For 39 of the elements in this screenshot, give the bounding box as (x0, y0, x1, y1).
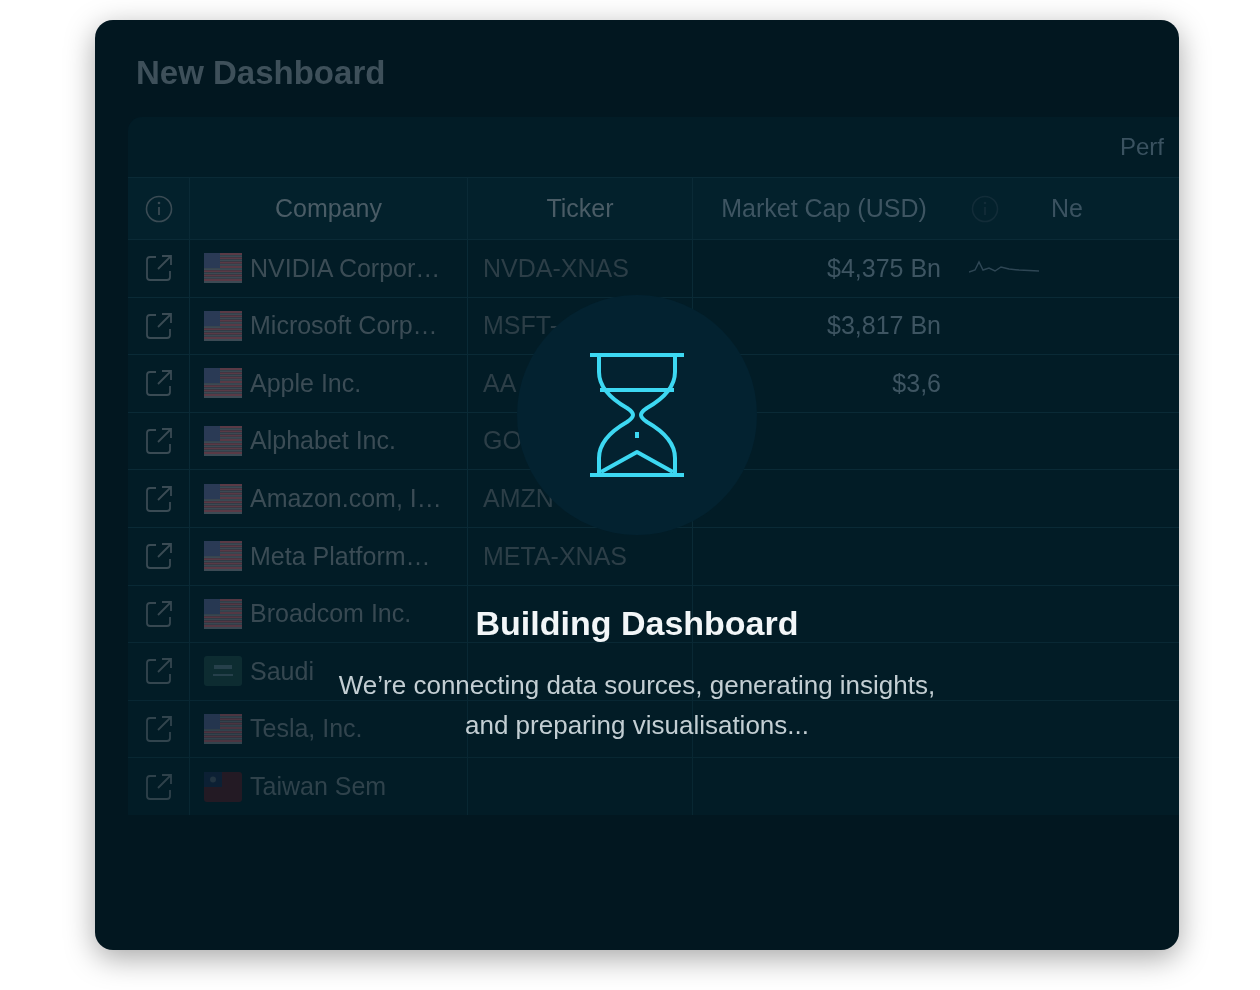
company-name: Microsoft Corp… (250, 310, 438, 342)
company-name: NVIDIA Corpor… (250, 252, 441, 284)
flag-icon (204, 541, 242, 572)
flag-icon (204, 598, 242, 629)
loading-message-line: and preparing visualisations... (465, 709, 809, 742)
external-link-icon[interactable] (143, 771, 174, 802)
external-link-icon[interactable] (143, 253, 174, 284)
loading-title: Building Dashboard (475, 603, 799, 644)
column-header: Ticker (546, 192, 614, 224)
external-link-icon[interactable] (143, 368, 174, 399)
flag-icon (204, 714, 242, 745)
external-link-icon[interactable] (143, 483, 174, 514)
external-link-icon[interactable] (143, 656, 174, 687)
external-link-icon[interactable] (143, 310, 174, 341)
column-header: Market Cap (USD) (721, 192, 927, 224)
flag-icon (204, 483, 242, 514)
column-header: Company (275, 192, 382, 224)
company-name: Amazon.com, I… (250, 482, 442, 514)
flag-icon (204, 368, 242, 399)
market-cap-text: $3,6 (892, 367, 941, 399)
loading-message-line: We’re connecting data sources, generating insights, (338, 669, 936, 702)
market-cap-text: $4,375 Bn (827, 252, 941, 284)
flag-icon (204, 426, 242, 457)
flag-icon (204, 253, 242, 284)
company-name: Meta Platform… (250, 540, 431, 572)
market-cap-text: $3,817 Bn (827, 310, 941, 342)
flag-icon (204, 310, 242, 341)
external-link-icon[interactable] (143, 598, 174, 629)
external-link-icon[interactable] (143, 541, 174, 572)
flag-icon (204, 656, 242, 687)
info-icon[interactable] (144, 194, 173, 223)
hourglass-icon (589, 352, 685, 478)
column-group-header: Perf (1120, 132, 1164, 162)
external-link-icon[interactable] (143, 426, 174, 457)
company-name: Alphabet Inc. (250, 425, 396, 457)
external-link-icon[interactable] (143, 714, 174, 745)
company-name: Apple Inc. (250, 367, 362, 399)
flag-icon (204, 771, 242, 802)
dashboard-title: New Dashboard (136, 54, 386, 91)
